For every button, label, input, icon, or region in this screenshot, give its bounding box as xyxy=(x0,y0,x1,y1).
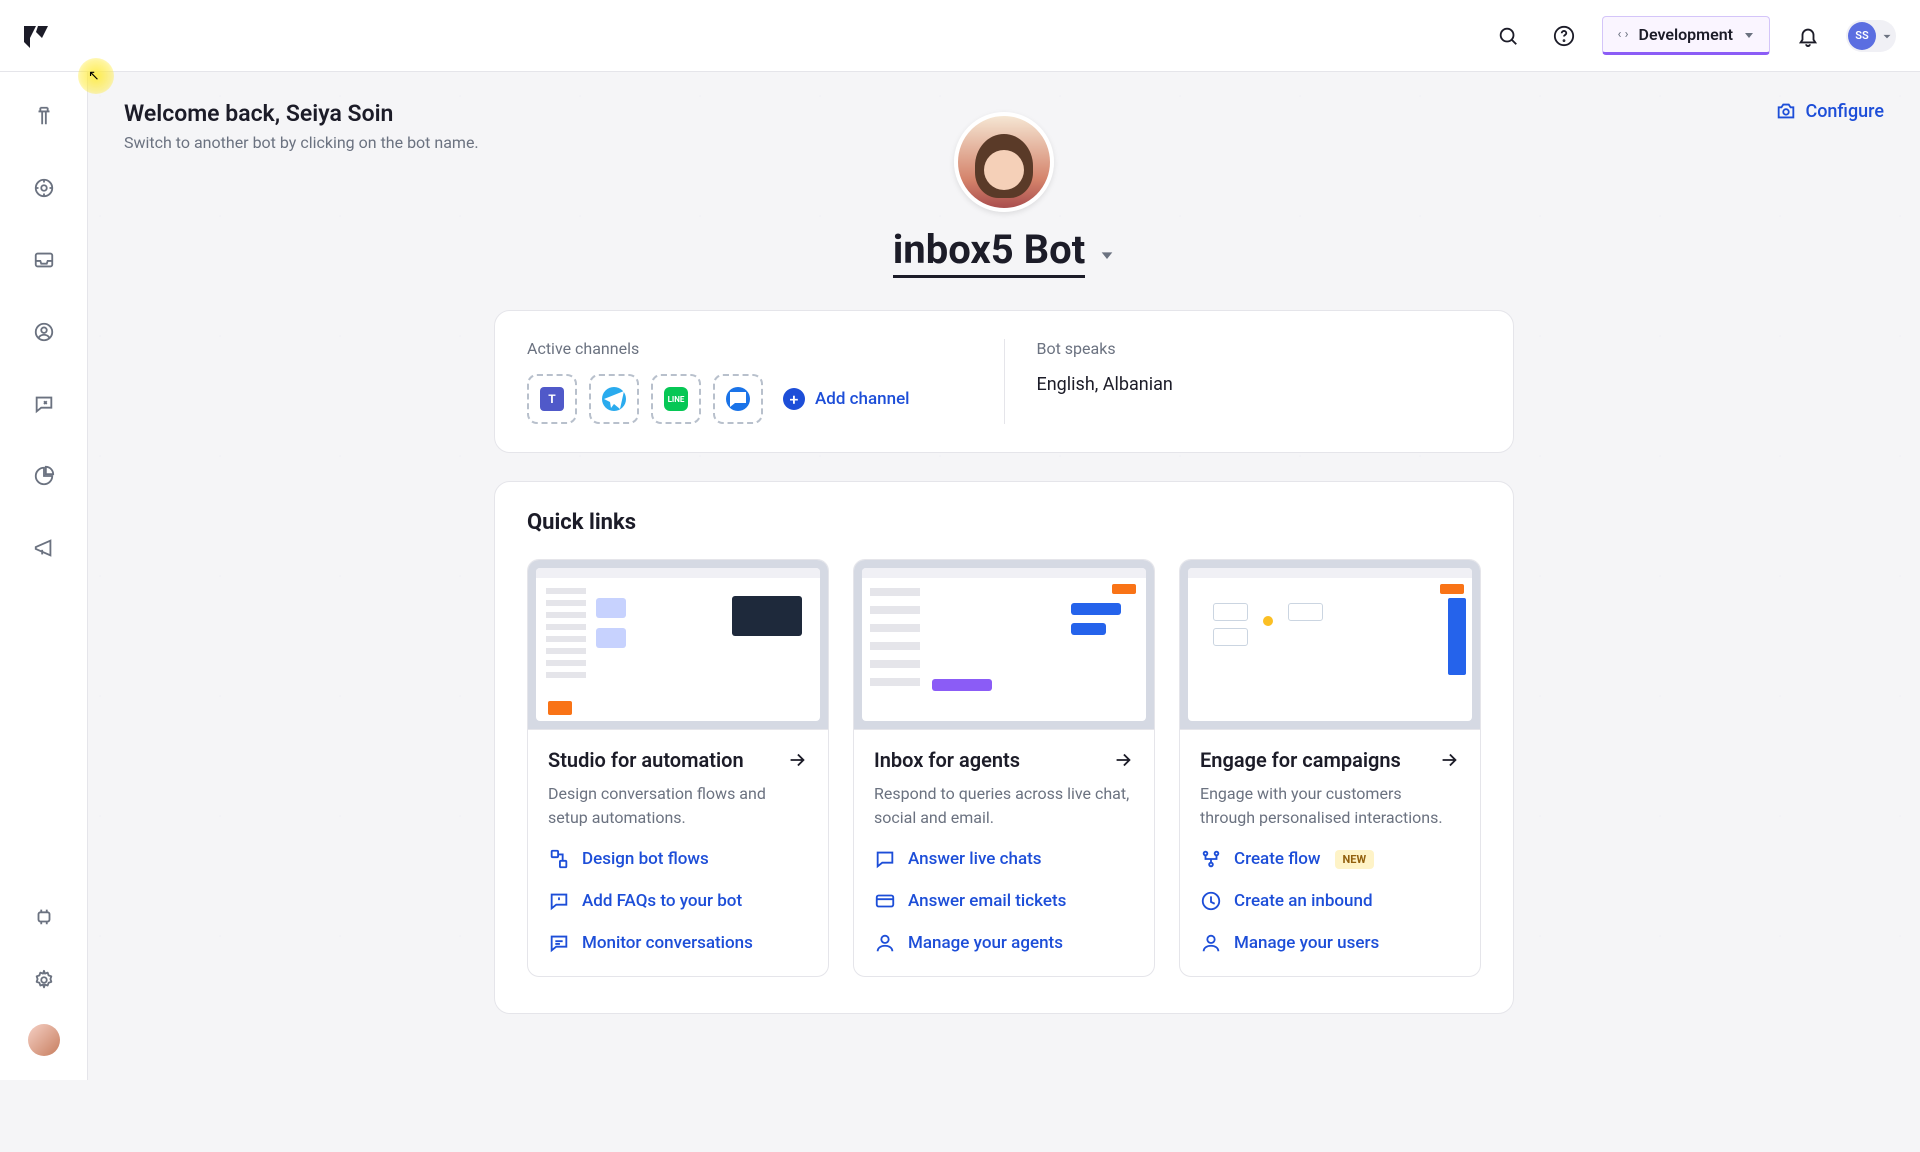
card-link[interactable]: Monitor conversations xyxy=(548,932,808,954)
quick-card: Inbox for agents Respond to queries acro… xyxy=(853,559,1155,977)
nav-settings-icon[interactable] xyxy=(24,960,64,1000)
bot-name-dropdown-icon[interactable] xyxy=(1099,247,1115,263)
card-link[interactable]: Create an inbound xyxy=(1200,890,1460,912)
card-link-label: Answer live chats xyxy=(908,849,1042,869)
card-link[interactable]: Answer email tickets xyxy=(874,890,1134,912)
card-link-label: Manage your users xyxy=(1234,933,1379,953)
nav-chat-icon[interactable] xyxy=(24,384,64,424)
main-content: Welcome back, Seiya Soin Switch to anoth… xyxy=(88,72,1920,1042)
arrow-right-icon[interactable] xyxy=(1438,749,1460,771)
card-preview xyxy=(854,560,1154,730)
chevron-left-right-icon: ‹ › xyxy=(1617,27,1628,42)
configure-label: Configure xyxy=(1805,101,1884,122)
card-preview xyxy=(528,560,828,730)
card-title: Studio for automation xyxy=(548,748,744,772)
bot-languages: English, Albanian xyxy=(1037,374,1482,395)
card-link-label: Manage your agents xyxy=(908,933,1063,953)
card-link-label: Create an inbound xyxy=(1234,891,1373,911)
sidebar-bot-avatar[interactable] xyxy=(28,1024,60,1056)
chevron-down-icon xyxy=(1880,29,1894,43)
nav-integrations-icon[interactable] xyxy=(24,896,64,936)
add-channel-button[interactable]: + Add channel xyxy=(783,388,910,410)
card-link-label: Answer email tickets xyxy=(908,891,1066,911)
user-menu[interactable]: SS xyxy=(1846,20,1896,52)
bot-avatar xyxy=(954,112,1054,212)
card-link[interactable]: Design bot flows xyxy=(548,848,808,870)
card-description: Design conversation flows and setup auto… xyxy=(548,782,808,830)
quick-links-title: Quick links xyxy=(527,510,1481,535)
quick-card: Studio for automation Design conversatio… xyxy=(527,559,829,977)
channel-telegram-icon[interactable] xyxy=(589,374,639,424)
quick-links-section: Quick links Studio for automation Design… xyxy=(494,481,1514,1014)
card-link[interactable]: Manage your agents xyxy=(874,932,1134,954)
card-link-label: Create flow xyxy=(1234,849,1321,869)
card-link-label: Monitor conversations xyxy=(582,933,753,953)
channels-label: Active channels xyxy=(527,339,972,358)
card-description: Engage with your customers through perso… xyxy=(1200,782,1460,830)
channel-teams-icon[interactable]: T xyxy=(527,374,577,424)
caret-down-icon xyxy=(1743,29,1755,41)
nav-overview-icon[interactable] xyxy=(24,168,64,208)
card-title: Inbox for agents xyxy=(874,748,1020,772)
card-link[interactable]: Create flow NEW xyxy=(1200,848,1460,870)
welcome-title: Welcome back, Seiya Soin xyxy=(124,100,479,127)
card-link[interactable]: Add FAQs to your bot xyxy=(548,890,808,912)
channel-line-icon[interactable]: LINE xyxy=(651,374,701,424)
card-link[interactable]: Manage your users xyxy=(1200,932,1460,954)
welcome-subtitle: Switch to another bot by clicking on the… xyxy=(124,133,479,152)
card-link-label: Add FAQs to your bot xyxy=(582,891,742,911)
nav-campaigns-icon[interactable] xyxy=(24,528,64,568)
environment-label: Development xyxy=(1639,25,1733,44)
add-channel-label: Add channel xyxy=(815,389,910,409)
configure-link[interactable]: Configure xyxy=(1775,100,1884,122)
help-icon[interactable] xyxy=(1546,18,1582,54)
arrow-right-icon[interactable] xyxy=(786,749,808,771)
nav-inbox-icon[interactable] xyxy=(24,240,64,280)
channel-gbm-icon[interactable] xyxy=(713,374,763,424)
arrow-right-icon[interactable] xyxy=(1112,749,1134,771)
speaks-label: Bot speaks xyxy=(1037,339,1482,358)
bot-name[interactable]: inbox5 Bot xyxy=(893,226,1086,278)
nav-user-icon[interactable] xyxy=(24,312,64,352)
environment-switcher[interactable]: ‹ › Development xyxy=(1602,16,1770,55)
nav-studio-icon[interactable] xyxy=(24,96,64,136)
logo[interactable] xyxy=(20,20,52,52)
topbar: ‹ › Development SS xyxy=(0,0,1920,72)
nav-analytics-icon[interactable] xyxy=(24,456,64,496)
sidebar xyxy=(0,72,88,1080)
card-link-label: Design bot flows xyxy=(582,849,709,869)
card-link[interactable]: Answer live chats xyxy=(874,848,1134,870)
badge-new: NEW xyxy=(1335,850,1375,869)
quick-card: Engage for campaigns Engage with your cu… xyxy=(1179,559,1481,977)
card-description: Respond to queries across live chat, soc… xyxy=(874,782,1134,830)
camera-icon xyxy=(1775,100,1797,122)
card-title: Engage for campaigns xyxy=(1200,748,1401,772)
card-preview xyxy=(1180,560,1480,730)
plus-icon: + xyxy=(783,388,805,410)
bot-info-card: Active channels T LINE + Add channel Bot… xyxy=(494,310,1514,453)
bell-icon[interactable] xyxy=(1790,18,1826,54)
user-avatar: SS xyxy=(1848,22,1876,50)
search-icon[interactable] xyxy=(1490,18,1526,54)
